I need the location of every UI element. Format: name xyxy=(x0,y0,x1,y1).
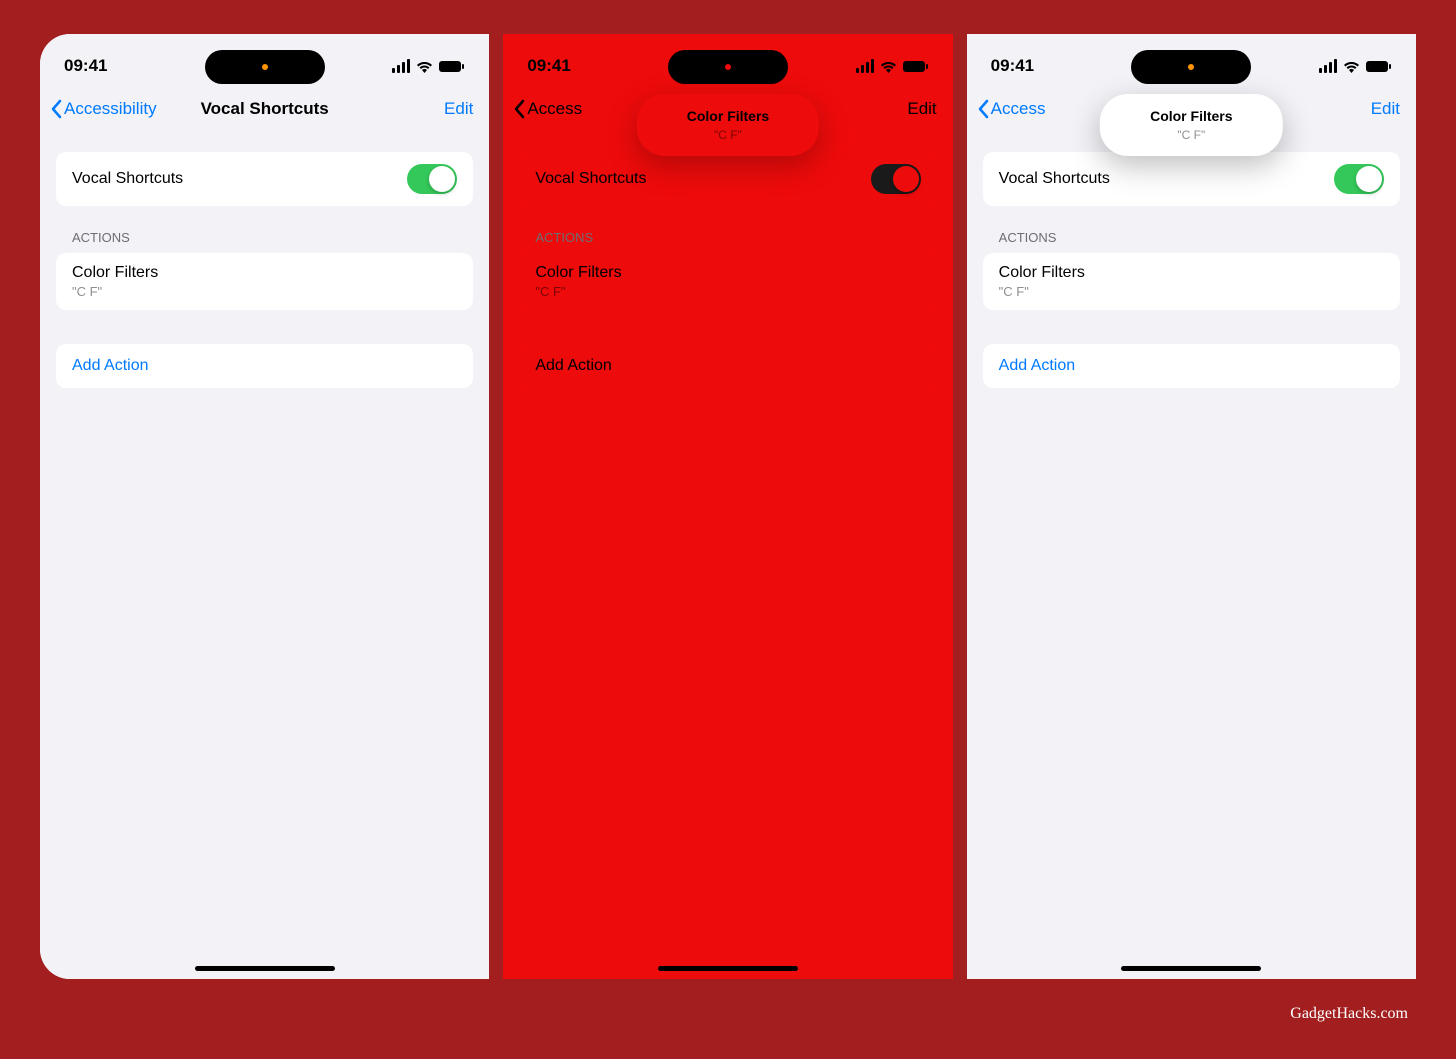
home-indicator[interactable] xyxy=(658,966,798,971)
phone-screen-3: 09:41 Color Filters "C F" Access xyxy=(967,34,1416,979)
add-action-text: Add Action xyxy=(999,357,1384,375)
wifi-icon xyxy=(416,60,433,73)
vocal-shortcuts-toggle-row: Vocal Shortcuts xyxy=(519,152,936,206)
action-subtitle: "C F" xyxy=(999,284,1384,299)
status-time: 09:41 xyxy=(527,56,570,76)
toggle-knob xyxy=(429,166,455,192)
action-title: Color Filters xyxy=(535,264,920,282)
toggle-knob xyxy=(1356,166,1382,192)
vocal-shortcuts-toggle-row: Vocal Shortcuts xyxy=(56,152,473,206)
wifi-icon xyxy=(1343,60,1360,73)
action-title: Color Filters xyxy=(72,264,457,282)
dynamic-island xyxy=(668,50,788,84)
actions-section-header: Actions xyxy=(983,206,1400,253)
action-subtitle: "C F" xyxy=(535,284,920,299)
popover-subtitle: "C F" xyxy=(687,128,769,142)
signal-icon xyxy=(1319,59,1337,73)
back-label: Access xyxy=(991,99,1046,119)
home-indicator[interactable] xyxy=(1121,966,1261,971)
back-button[interactable]: Accessibility xyxy=(50,99,157,119)
vocal-shortcuts-toggle[interactable] xyxy=(1334,164,1384,194)
actions-section-header: Actions xyxy=(519,206,936,253)
vocal-shortcuts-toggle[interactable] xyxy=(407,164,457,194)
attribution-text: GadgetHacks.com xyxy=(1290,1005,1408,1023)
color-filters-popover: Color Filters "C F" xyxy=(1100,94,1282,156)
chevron-back-icon xyxy=(977,99,989,119)
status-time: 09:41 xyxy=(64,56,107,76)
back-label: Accessibility xyxy=(64,99,157,119)
edit-button[interactable]: Edit xyxy=(1371,99,1400,119)
battery-icon xyxy=(903,60,929,73)
action-title: Color Filters xyxy=(999,264,1384,282)
action-subtitle: "C F" xyxy=(72,284,457,299)
add-action-button[interactable]: Add Action xyxy=(983,344,1400,388)
add-action-text: Add Action xyxy=(535,357,920,375)
toggle-knob xyxy=(893,166,919,192)
action-row-color-filters[interactable]: Color Filters "C F" xyxy=(56,253,473,310)
actions-section-header: Actions xyxy=(56,206,473,253)
popover-title: Color Filters xyxy=(687,108,769,124)
wifi-icon xyxy=(880,60,897,73)
edit-button[interactable]: Edit xyxy=(444,99,473,119)
status-time: 09:41 xyxy=(991,56,1034,76)
toggle-label: Vocal Shortcuts xyxy=(72,170,183,188)
signal-icon xyxy=(392,59,410,73)
home-indicator[interactable] xyxy=(195,966,335,971)
dynamic-island xyxy=(205,50,325,84)
back-button[interactable]: Access xyxy=(513,99,582,119)
battery-icon xyxy=(1366,60,1392,73)
chevron-back-icon xyxy=(513,99,525,119)
popover-subtitle: "C F" xyxy=(1150,128,1232,142)
add-action-button[interactable]: Add Action xyxy=(519,344,936,388)
toggle-label: Vocal Shortcuts xyxy=(535,170,646,188)
back-button[interactable]: Access xyxy=(977,99,1046,119)
color-filters-popover: Color Filters "C F" xyxy=(637,94,819,156)
phone-screen-2: 09:41 Color Filters "C F" Access xyxy=(503,34,952,979)
edit-button[interactable]: Edit xyxy=(907,99,936,119)
add-action-button[interactable]: Add Action xyxy=(56,344,473,388)
island-indicator-dot xyxy=(262,64,268,70)
nav-bar: Accessibility Vocal Shortcuts Edit xyxy=(40,88,489,132)
dynamic-island xyxy=(1131,50,1251,84)
popover-title: Color Filters xyxy=(1150,108,1232,124)
vocal-shortcuts-toggle-row: Vocal Shortcuts xyxy=(983,152,1400,206)
chevron-back-icon xyxy=(50,99,62,119)
vocal-shortcuts-toggle[interactable] xyxy=(871,164,921,194)
signal-icon xyxy=(856,59,874,73)
action-row-color-filters[interactable]: Color Filters "C F" xyxy=(983,253,1400,310)
back-label: Access xyxy=(527,99,582,119)
phone-screen-1: 09:41 Accessibility Vocal Shortcuts Edit xyxy=(40,34,489,979)
add-action-text: Add Action xyxy=(72,357,457,375)
toggle-label: Vocal Shortcuts xyxy=(999,170,1110,188)
battery-icon xyxy=(439,60,465,73)
page-title: Vocal Shortcuts xyxy=(201,99,329,119)
island-indicator-dot xyxy=(725,64,731,70)
island-indicator-dot xyxy=(1188,64,1194,70)
action-row-color-filters[interactable]: Color Filters "C F" xyxy=(519,253,936,310)
